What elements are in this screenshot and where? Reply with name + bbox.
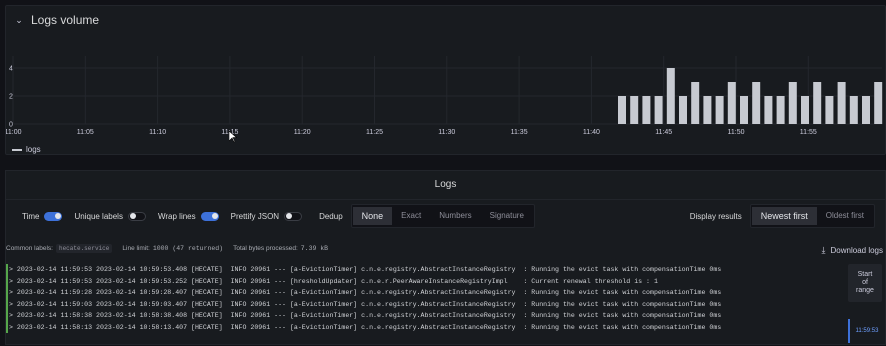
switch-knob bbox=[129, 212, 136, 219]
volume-bar bbox=[764, 96, 773, 124]
volume-bar bbox=[666, 68, 675, 124]
prettify-json-switch[interactable] bbox=[284, 211, 303, 221]
display-option-oldest-first[interactable]: Oldest first bbox=[817, 207, 873, 225]
x-tick-label: 11:40 bbox=[583, 129, 600, 136]
volume-bar bbox=[630, 96, 639, 124]
x-tick-label: 11:55 bbox=[800, 129, 817, 136]
unique-labels-switch[interactable] bbox=[127, 211, 146, 221]
legend-label: logs bbox=[26, 145, 41, 154]
time-range-marker[interactable]: 11:59:53 bbox=[848, 319, 884, 343]
x-tick-label: 11:00 bbox=[6, 129, 22, 136]
volume-bar bbox=[801, 96, 809, 124]
prettify-json-toggle[interactable]: Prettify JSON bbox=[230, 211, 303, 221]
x-tick-label: 11:30 bbox=[438, 129, 455, 136]
dedup-option-numbers[interactable]: Numbers bbox=[430, 207, 480, 225]
log-rows: > 2023-02-14 11:59:53 2023-02-14 10:59:5… bbox=[6, 264, 842, 333]
logs-panel-title: Logs bbox=[6, 171, 885, 200]
volume-bar bbox=[752, 82, 761, 124]
common-labels-label: Common labels: bbox=[6, 245, 53, 252]
wrap-lines-switch[interactable] bbox=[200, 211, 219, 221]
dedup-radio-group: None Exact Numbers Signature bbox=[350, 204, 535, 228]
download-icon: ⤓ bbox=[821, 245, 826, 255]
x-tick-label: 11:35 bbox=[511, 129, 528, 136]
prettify-json-toggle-label: Prettify JSON bbox=[230, 211, 280, 221]
logs-panel: Logs Time Unique labels Wrap lines Prett… bbox=[5, 170, 886, 345]
volume-bar bbox=[849, 96, 858, 124]
line-limit-label: Line limit: bbox=[122, 245, 150, 252]
volume-bar bbox=[813, 82, 822, 124]
volume-bar bbox=[618, 96, 626, 124]
chart-legend[interactable]: logs bbox=[12, 145, 41, 154]
time-toggle-label: Time bbox=[22, 211, 40, 221]
logs-volume-panel: ⌄ Logs volume 02411:0011:0511:1011:1511:… bbox=[5, 5, 886, 155]
dedup-label: Dedup bbox=[319, 211, 343, 221]
wrap-lines-toggle-label: Wrap lines bbox=[157, 211, 196, 221]
time-switch[interactable] bbox=[44, 211, 63, 221]
volume-bar bbox=[740, 96, 748, 124]
volume-bar bbox=[837, 82, 846, 124]
volume-bar bbox=[642, 96, 651, 124]
x-tick-label: 11:20 bbox=[294, 129, 311, 136]
time-toggle[interactable]: Time bbox=[22, 211, 63, 221]
volume-bar bbox=[679, 96, 687, 124]
display-results-label: Display results bbox=[689, 211, 742, 221]
log-row[interactable]: > 2023-02-14 11:58:38 2023-02-14 10:58:3… bbox=[6, 310, 842, 322]
logs-navigation: Start of range 11:59:53 bbox=[845, 264, 885, 346]
log-row[interactable]: > 2023-02-14 11:58:13 2023-02-14 10:58:1… bbox=[6, 321, 842, 333]
common-labels-value: hecate.service bbox=[55, 244, 113, 253]
x-tick-label: 11:45 bbox=[655, 129, 672, 136]
unique-labels-toggle[interactable]: Unique labels bbox=[74, 211, 146, 221]
start-of-range-line-2: of bbox=[862, 279, 868, 286]
x-tick-label: 11:05 bbox=[77, 129, 94, 136]
log-row[interactable]: > 2023-02-14 11:59:03 2023-02-14 10:59:0… bbox=[6, 298, 842, 310]
volume-bar bbox=[788, 82, 797, 124]
bytes-processed-value: 7.39 kB bbox=[300, 245, 329, 252]
logs-volume-chart: 02411:0011:0511:1011:1511:2011:2511:3011… bbox=[6, 56, 883, 136]
volume-bar bbox=[703, 96, 712, 124]
volume-bar bbox=[825, 96, 834, 124]
x-tick-label: 11:50 bbox=[728, 129, 745, 136]
log-row[interactable]: > 2023-02-14 11:59:53 2023-02-14 10:59:5… bbox=[6, 275, 842, 287]
start-of-range-line-1: Start bbox=[857, 271, 873, 278]
volume-bar bbox=[715, 96, 724, 124]
start-of-range-button[interactable]: Start of range bbox=[848, 264, 882, 302]
volume-bar bbox=[776, 96, 785, 124]
line-limit-value: 1000 (47 returned) bbox=[152, 245, 224, 252]
y-tick-label: 4 bbox=[9, 66, 13, 73]
volume-bar bbox=[691, 82, 700, 124]
switch-knob bbox=[55, 212, 62, 219]
y-tick-label: 0 bbox=[9, 122, 13, 129]
download-logs-label: Download logs bbox=[830, 246, 883, 255]
switch-knob bbox=[211, 212, 218, 219]
logs-meta-line: Common labels: hecate.service Line limit… bbox=[6, 244, 328, 253]
x-tick-label: 11:25 bbox=[366, 129, 383, 136]
log-row[interactable]: > 2023-02-14 11:59:53 2023-02-14 10:59:5… bbox=[6, 264, 842, 276]
volume-bar bbox=[862, 96, 870, 124]
log-row[interactable]: > 2023-02-14 11:59:28 2023-02-14 10:59:2… bbox=[6, 287, 842, 299]
mouse-cursor-icon bbox=[229, 131, 237, 143]
volume-bar bbox=[654, 96, 663, 124]
time-range-marker-label: 11:59:53 bbox=[855, 328, 879, 334]
display-option-newest-first[interactable]: Newest first bbox=[751, 207, 817, 225]
dedup-option-none[interactable]: None bbox=[352, 207, 393, 225]
bytes-processed-label: Total bytes processed: bbox=[233, 245, 298, 252]
x-tick-label: 11:10 bbox=[149, 129, 166, 136]
switch-knob bbox=[286, 212, 293, 219]
unique-labels-toggle-label: Unique labels bbox=[74, 211, 123, 221]
display-results-control: Display results Newest first Oldest firs… bbox=[690, 204, 875, 228]
display-results-radio-group: Newest first Oldest first bbox=[749, 204, 875, 228]
download-logs-button[interactable]: ⤓ Download logs bbox=[822, 245, 883, 256]
start-of-range-line-3: range bbox=[856, 287, 874, 294]
dedup-option-signature[interactable]: Signature bbox=[481, 207, 533, 225]
wrap-lines-toggle[interactable]: Wrap lines bbox=[157, 211, 219, 221]
y-tick-label: 2 bbox=[9, 94, 13, 101]
dedup-option-exact[interactable]: Exact bbox=[392, 207, 430, 225]
legend-swatch bbox=[12, 148, 22, 151]
volume-bar bbox=[874, 82, 883, 124]
logs-controls-bar: Time Unique labels Wrap lines Prettify J… bbox=[6, 203, 885, 229]
volume-bar bbox=[727, 82, 736, 124]
